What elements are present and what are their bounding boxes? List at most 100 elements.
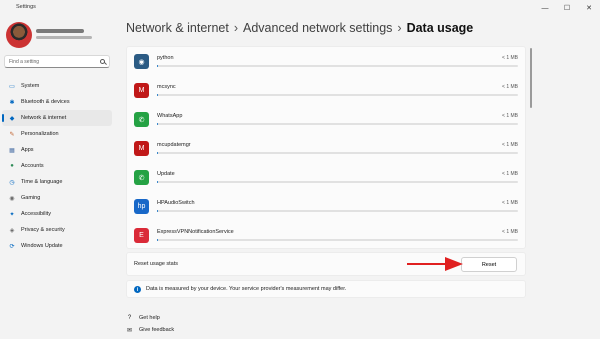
- app-name: WhatsApp: [157, 113, 183, 119]
- brush-icon: ✎: [9, 131, 15, 138]
- breadcrumb-separator: ›: [397, 21, 402, 35]
- app-data-size: < 1 MB: [502, 229, 518, 235]
- controller-icon: ◉: [9, 195, 15, 202]
- info-text: Data is measured by your device. Your se…: [146, 286, 347, 292]
- app-name: Update: [157, 171, 175, 177]
- app-data-size: < 1 MB: [502, 55, 518, 61]
- sidebar-item-bluetooth-devices[interactable]: ✱ Bluetooth & devices: [2, 94, 112, 110]
- give-feedback-link[interactable]: ✉ Give feedback: [126, 324, 174, 336]
- info-banner: i Data is measured by your device. Your …: [126, 280, 526, 298]
- title-bar: Settings — ☐ ✕: [0, 0, 600, 16]
- usage-bar: [157, 239, 518, 241]
- app-usage-list: ◉ python < 1 MB Mmcsync < 1 MB ✆ WhatsApp < 1 M…: [126, 46, 526, 249]
- app-usage-row: ✆ WhatsApp < 1 MB: [127, 105, 525, 134]
- sidebar-nav: ▭ System ✱ Bluetooth & devices ◆ Network & in…: [2, 78, 112, 254]
- usage-bar: [157, 123, 518, 125]
- red-arrow-annotation: [407, 257, 463, 271]
- app-name: mcupdatemgr: [157, 142, 191, 148]
- usage-bar: [157, 181, 518, 183]
- app-usage-row: Mmcsync < 1 MB: [127, 76, 525, 105]
- breadcrumb: Network & internet › Advanced network sett…: [126, 21, 473, 35]
- usage-bar-fill: [157, 65, 159, 67]
- app-name: ExpressVPNNotificationService: [157, 229, 234, 235]
- app-name: HPAudioSwitch: [157, 200, 195, 206]
- search-input[interactable]: Find a setting: [4, 55, 110, 68]
- feedback-icon: ✉: [126, 327, 133, 334]
- breadcrumb-item-network[interactable]: Network & internet: [126, 21, 229, 35]
- sidebar-item-gaming[interactable]: ◉ Gaming: [2, 190, 112, 206]
- page-title: Data usage: [406, 21, 474, 35]
- window-title: Settings: [16, 4, 36, 10]
- breadcrumb-item-advanced[interactable]: Advanced network settings: [243, 21, 392, 35]
- reset-usage-label: Reset usage stats: [134, 261, 179, 267]
- sidebar-item-windows-update[interactable]: ⟳ Windows Update: [2, 238, 112, 254]
- info-icon: i: [134, 286, 141, 293]
- app-usage-row: ◉ python < 1 MB: [127, 47, 525, 76]
- app-name: python: [157, 55, 174, 61]
- search-placeholder: Find a setting: [9, 59, 40, 65]
- monitor-icon: ▭: [9, 83, 15, 90]
- sidebar-item-label: Gaming: [21, 195, 41, 201]
- usage-bar: [157, 94, 518, 96]
- close-button[interactable]: ✕: [578, 0, 600, 16]
- app-data-size: < 1 MB: [502, 142, 518, 148]
- usage-bar-fill: [157, 94, 159, 96]
- whatsapp-icon: ✆: [134, 112, 149, 127]
- python-icon: ◉: [134, 54, 149, 69]
- app-name: mcsync: [157, 84, 176, 90]
- sidebar-item-accessibility[interactable]: ✦ Accessibility: [2, 206, 112, 222]
- usage-bar: [157, 152, 518, 154]
- app-usage-row: E ExpressVPNNotificationService < 1 MB: [127, 221, 525, 250]
- help-link-label: Get help: [139, 315, 160, 321]
- reset-button[interactable]: Reset: [461, 257, 517, 272]
- usage-bar-fill: [157, 181, 159, 183]
- shield-icon: ◈: [9, 227, 15, 234]
- clock-globe-icon: ◷: [9, 179, 15, 186]
- usage-bar: [157, 210, 518, 212]
- app-data-size: < 1 MB: [502, 200, 518, 206]
- help-link-label: Give feedback: [139, 327, 175, 333]
- help-links: ? Get help ✉ Give feedback: [126, 312, 174, 336]
- person-icon: ●: [10, 163, 14, 169]
- app-usage-row: ✆ Update < 1 MB: [127, 163, 525, 192]
- usage-bar-fill: [157, 210, 159, 212]
- expressvpn-icon: E: [134, 228, 149, 243]
- sidebar-item-label: Windows Update: [21, 243, 63, 249]
- sidebar-item-label: Accessibility: [21, 211, 51, 217]
- app-data-size: < 1 MB: [502, 113, 518, 119]
- sidebar-item-time-language[interactable]: ◷ Time & language: [2, 174, 112, 190]
- bluetooth-icon: ✱: [9, 99, 15, 106]
- help-icon: ?: [127, 315, 132, 321]
- sidebar-item-label: Bluetooth & devices: [21, 99, 70, 105]
- sidebar-item-label: Accounts: [21, 163, 44, 169]
- scrollbar[interactable]: [530, 48, 532, 108]
- maximize-button[interactable]: ☐: [556, 0, 578, 16]
- hp-icon: hp: [134, 199, 149, 214]
- app-usage-row: Mmcupdatemgr < 1 MB: [127, 134, 525, 163]
- search-icon: [100, 59, 105, 64]
- get-help-link[interactable]: ? Get help: [126, 312, 174, 324]
- window-controls: — ☐ ✕: [534, 0, 600, 16]
- app-data-size: < 1 MB: [502, 84, 518, 90]
- sidebar-item-system[interactable]: ▭ System: [2, 78, 112, 94]
- minimize-button[interactable]: —: [534, 0, 556, 16]
- sidebar-item-network-internet[interactable]: ◆ Network & internet: [2, 110, 112, 126]
- app-data-size: < 1 MB: [502, 171, 518, 177]
- sidebar-item-privacy-security[interactable]: ◈ Privacy & security: [2, 222, 112, 238]
- profile-name-redacted: [36, 29, 84, 33]
- usage-bar-fill: [157, 123, 159, 125]
- user-profile[interactable]: [6, 22, 114, 50]
- sidebar-item-apps[interactable]: ▦ Apps: [2, 142, 112, 158]
- mcafee-icon: M: [134, 83, 149, 98]
- sidebar-item-personalization[interactable]: ✎ Personalization: [2, 126, 112, 142]
- usage-bar-fill: [157, 239, 159, 241]
- sidebar-item-accounts[interactable]: ● Accounts: [2, 158, 112, 174]
- reset-usage-row: Reset usage stats Reset: [126, 252, 526, 276]
- sidebar: Find a setting ▭ System ✱ Bluetooth & devic…: [0, 16, 118, 339]
- app-usage-row: hp HPAudioSwitch < 1 MB: [127, 192, 525, 221]
- sidebar-item-label: Apps: [21, 147, 34, 153]
- mcafee-icon: M: [134, 141, 149, 156]
- usage-bar: [157, 65, 518, 67]
- usage-bar-fill: [157, 152, 159, 154]
- whatsapp-icon: ✆: [134, 170, 149, 185]
